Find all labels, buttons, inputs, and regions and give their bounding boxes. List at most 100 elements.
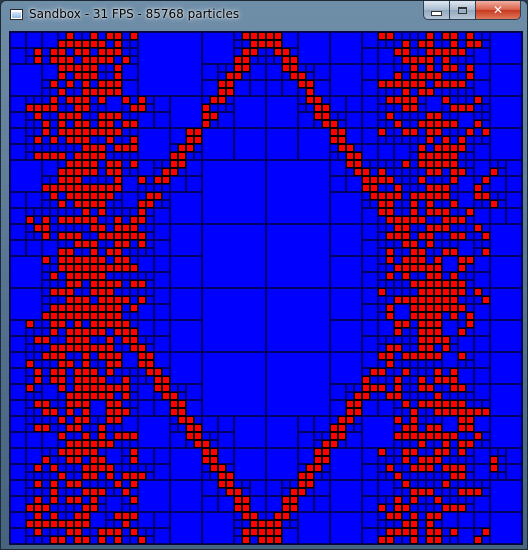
empty-region	[402, 248, 410, 256]
empty-region	[394, 112, 402, 120]
particle-cell	[386, 80, 394, 88]
empty-region	[482, 96, 490, 104]
empty-region	[394, 520, 402, 528]
empty-region	[466, 360, 474, 368]
empty-region	[410, 472, 418, 480]
particle-cell	[154, 368, 162, 376]
empty-region	[474, 512, 490, 528]
particle-cell	[426, 520, 434, 528]
empty-region	[442, 112, 450, 120]
empty-region	[122, 128, 130, 136]
empty-region	[402, 192, 410, 200]
particle-cell	[410, 72, 418, 80]
empty-region	[114, 272, 122, 280]
particle-cell	[242, 56, 250, 64]
particle-cell	[130, 528, 138, 536]
particle-cell	[274, 528, 282, 536]
empty-region	[122, 32, 130, 40]
particle-cell	[26, 216, 34, 224]
particle-cell	[418, 296, 426, 304]
empty-region	[474, 32, 482, 40]
particle-cell	[98, 488, 106, 496]
empty-region	[122, 480, 130, 488]
empty-region	[34, 120, 42, 128]
particle-cell	[82, 368, 90, 376]
particle-cell	[394, 296, 402, 304]
particle-cell	[458, 408, 466, 416]
minimize-button[interactable]	[423, 1, 450, 20]
particle-cell	[434, 456, 442, 464]
particle-cell	[434, 112, 442, 120]
empty-region	[378, 464, 386, 472]
particle-cell	[410, 496, 418, 504]
particle-cell	[218, 464, 226, 472]
particle-cell	[90, 64, 98, 72]
application-window-icon[interactable]	[10, 9, 23, 20]
empty-region	[58, 192, 66, 200]
particle-cell	[58, 320, 66, 328]
empty-region	[418, 528, 426, 536]
particle-cell	[450, 216, 458, 224]
particle-cell	[74, 344, 82, 352]
particle-cell	[66, 160, 74, 168]
particle-cell	[50, 312, 58, 320]
particle-cell	[426, 424, 434, 432]
particle-cell	[130, 280, 138, 288]
particle-cell	[66, 280, 74, 288]
particle-cell	[426, 40, 434, 48]
empty-region	[106, 216, 114, 224]
empty-region	[114, 520, 122, 528]
empty-region	[146, 232, 154, 240]
particle-cell	[138, 200, 146, 208]
empty-region	[26, 232, 34, 240]
particle-cell	[434, 312, 442, 320]
particle-cell	[106, 32, 114, 40]
empty-region	[10, 160, 42, 192]
simulation-canvas[interactable]	[9, 31, 523, 545]
particle-cell	[98, 432, 106, 440]
particle-cell	[114, 168, 122, 176]
empty-region	[122, 464, 130, 472]
maximize-button[interactable]	[450, 1, 476, 20]
particle-cell	[370, 184, 378, 192]
particle-cell	[466, 256, 474, 264]
empty-region	[482, 40, 490, 48]
particle-cell	[58, 312, 66, 320]
empty-region	[130, 208, 138, 216]
empty-region	[122, 104, 130, 112]
empty-region	[26, 432, 42, 448]
empty-region	[98, 64, 106, 72]
particle-cell	[66, 424, 74, 432]
empty-region	[434, 176, 442, 184]
particle-cell	[106, 408, 114, 416]
particle-cell	[114, 328, 122, 336]
empty-region	[442, 232, 450, 240]
empty-region	[266, 448, 298, 480]
particle-cell	[394, 512, 402, 520]
particle-cell	[274, 32, 282, 40]
particle-cell	[418, 176, 426, 184]
particle-cell	[90, 264, 98, 272]
particle-cell	[434, 48, 442, 56]
title-bar[interactable]: Sandbox - 31 FPS - 85768 particles ✕	[1, 1, 527, 29]
particle-cell	[114, 248, 122, 256]
empty-region	[458, 176, 474, 192]
particle-cell	[466, 320, 474, 328]
empty-region	[338, 120, 346, 128]
empty-region	[66, 352, 74, 360]
empty-region	[314, 120, 322, 128]
particle-cell	[162, 392, 170, 400]
particle-cell	[34, 136, 42, 144]
particle-cell	[114, 80, 122, 88]
empty-region	[50, 88, 58, 96]
particle-cell	[194, 440, 202, 448]
particle-cell	[402, 88, 410, 96]
empty-region	[210, 104, 218, 112]
empty-region	[66, 536, 74, 544]
particle-cell	[362, 168, 370, 176]
particle-cell	[378, 384, 386, 392]
particle-cell	[378, 504, 386, 512]
close-button[interactable]: ✕	[476, 1, 521, 20]
empty-region	[50, 200, 58, 208]
empty-region	[146, 288, 154, 296]
